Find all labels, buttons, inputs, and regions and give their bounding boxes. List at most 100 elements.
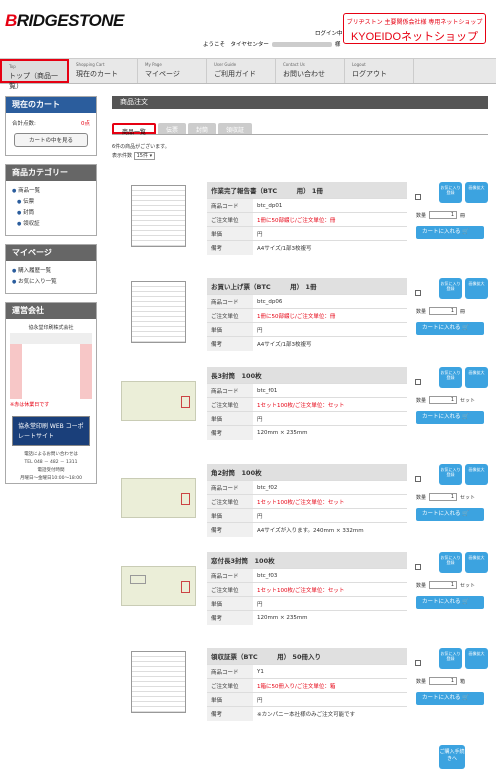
cart-box-title: 現在のカート <box>6 97 96 113</box>
product-code: btc_f03 <box>253 568 407 583</box>
tab-slips[interactable]: 伝票 <box>158 123 187 134</box>
unit-price: 円 <box>253 411 407 426</box>
qty-input[interactable]: 1 <box>429 677 458 685</box>
add-to-cart-button[interactable]: カートに入れる 🛒 <box>416 411 484 424</box>
zoom-image-button[interactable]: 画像拡大 <box>465 182 488 203</box>
product-image[interactable] <box>120 566 196 606</box>
zoom-image-button[interactable]: 画像拡大 <box>465 367 488 388</box>
tab-receipts[interactable]: 領収証 <box>218 123 253 134</box>
order-unit: 1セット100枚/ご注文単位：セット <box>257 402 345 409</box>
product-detail-table: 作業完了報告書（BTC 用） 1冊 商品コード btc_dp01 ご注文単位 1冊に50… <box>207 182 407 255</box>
add-to-cart-button[interactable]: カートに入れる 🛒 <box>416 508 484 521</box>
product-image[interactable] <box>130 651 186 713</box>
zoom-image-button[interactable]: 画像拡大 <box>465 648 488 669</box>
bridgestone-logo[interactable]: BRIDGESTONE <box>5 11 124 31</box>
product-name[interactable]: 作業完了報告書（BTC 用） 1冊 <box>207 182 407 199</box>
nav-contact[interactable]: Contact Us お問い合わせ <box>276 59 345 83</box>
purchase-history-link[interactable]: ● 購入履歴一覧 <box>12 266 90 277</box>
add-to-cart-button[interactable]: カートに入れる 🛒 <box>416 226 484 239</box>
select-checkbox[interactable] <box>415 290 421 296</box>
favorite-button[interactable]: お気に入り登録 <box>439 182 462 203</box>
cart-icon: 🛒 <box>462 695 470 701</box>
product-name[interactable]: 角2封筒 100枚 <box>207 464 407 481</box>
result-count: 6件の商品がございます。 <box>112 144 170 150</box>
add-to-cart-button[interactable]: カートに入れる 🛒 <box>416 692 484 705</box>
qty-input[interactable]: 1 <box>429 211 458 219</box>
product-actions: お気に入り登録 画像拡大 数量 1 セット カートに入れる 🛒 <box>415 552 488 609</box>
tab-envelopes[interactable]: 封筒 <box>188 123 217 134</box>
main-content: 商品注文 商品一覧 伝票 封筒 領収証 6件の商品がございます。 表示件数 15… <box>112 96 488 721</box>
order-unit: 1セット100枚/ご注文単位：セット <box>257 587 345 594</box>
product-image[interactable] <box>130 185 186 247</box>
corporate-site-banner[interactable]: 協永堂印刷 WEB コーポレートサイト <box>12 416 90 446</box>
product-image[interactable] <box>120 478 196 518</box>
favorite-button[interactable]: お気に入り登録 <box>439 552 462 573</box>
checkout-button[interactable]: ご購入手続きへ <box>439 745 465 769</box>
calendar: 協永堂印刷株式会社 ※赤は休業日です <box>6 319 96 411</box>
qty-label: 数量 <box>416 212 427 219</box>
product-image[interactable] <box>130 281 186 343</box>
select-checkbox[interactable] <box>415 379 421 385</box>
product-code: btc_f01 <box>253 383 407 398</box>
favorite-button[interactable]: お気に入り登録 <box>439 648 462 669</box>
select-checkbox[interactable] <box>415 660 421 666</box>
cart-count: 0点 <box>81 121 90 127</box>
code-label: 商品コード <box>207 383 253 398</box>
zoom-image-button[interactable]: 画像拡大 <box>465 552 488 573</box>
code-label: 商品コード <box>207 568 253 583</box>
zoom-image-button[interactable]: 画像拡大 <box>465 464 488 485</box>
nav-logout[interactable]: Logout ログアウト <box>345 59 414 83</box>
nav-cart[interactable]: Shopping Cart 現在のカート <box>69 59 138 83</box>
zoom-image-button[interactable]: 画像拡大 <box>465 278 488 299</box>
tab-all[interactable]: 商品一覧 <box>112 123 157 136</box>
qty-input[interactable]: 1 <box>429 396 458 404</box>
product-name[interactable]: 長3封筒 100枚 <box>207 367 407 384</box>
favorite-button[interactable]: お気に入り登録 <box>439 367 462 388</box>
shop-subtitle: ブリヂストン 主要関係会社様 専用ネットショップ <box>346 19 483 26</box>
product-card: 長3封筒 100枚 商品コード btc_f01 ご注文単位 1セット100枚/ご注文単位… <box>112 367 488 453</box>
product-code: Y1 <box>253 664 407 679</box>
select-checkbox[interactable] <box>415 476 421 482</box>
favorite-button[interactable]: お気に入り登録 <box>439 278 462 299</box>
result-info: 6件の商品がございます。 表示件数 15件 ▾ <box>112 143 488 161</box>
favorite-button[interactable]: お気に入り登録 <box>439 464 462 485</box>
add-to-cart-button[interactable]: カートに入れる 🛒 <box>416 596 484 609</box>
unit-price: 円 <box>253 322 407 337</box>
nav-mypage[interactable]: My Page マイページ <box>138 59 207 83</box>
qty-input[interactable]: 1 <box>429 581 458 589</box>
bullet-icon: ● <box>17 221 22 227</box>
bullet-icon: ● <box>17 199 22 205</box>
order-unit: 1セット100枚/ご注文単位：セット <box>257 499 345 506</box>
product-code: btc_dp01 <box>253 198 407 213</box>
price-label: 単価 <box>207 692 253 707</box>
category-link-slips[interactable]: ● 伝票 <box>12 197 90 208</box>
category-link-envelopes[interactable]: ● 封筒 <box>12 208 90 219</box>
qty-unit: 冊 <box>460 212 466 219</box>
page-title: 商品注文 <box>112 96 488 109</box>
product-name[interactable]: お買い上げ票（BTC 用） 1冊 <box>207 278 407 295</box>
qty-input[interactable]: 1 <box>429 307 458 315</box>
product-name[interactable]: 領収証票（BTC 用） 50冊入り <box>207 648 407 665</box>
qty-label: 数量 <box>416 582 427 589</box>
note-label: 備考 <box>207 240 253 255</box>
product-code: btc_f02 <box>253 480 407 495</box>
nav-top[interactable]: Top トップ（商品一覧） <box>0 59 69 90</box>
product-image[interactable] <box>120 381 196 421</box>
category-link-receipts[interactable]: ● 領収証 <box>12 219 90 230</box>
category-link-all[interactable]: ● 商品一覧 <box>12 186 90 197</box>
cart-count-label: 合計点数: <box>12 121 36 127</box>
view-cart-button[interactable]: カートの中を見る <box>14 133 88 147</box>
code-label: 商品コード <box>207 198 253 213</box>
unit-price: 円 <box>253 596 407 611</box>
select-checkbox[interactable] <box>415 564 421 570</box>
nav-guide[interactable]: User Guide ご利用ガイド <box>207 59 276 83</box>
favorites-link[interactable]: ● お気に入り一覧 <box>12 277 90 288</box>
order-unit: 1箱に50冊入り/ご注文単位：箱 <box>257 683 336 690</box>
qty-input[interactable]: 1 <box>429 493 458 501</box>
select-checkbox[interactable] <box>415 194 421 200</box>
display-count-select[interactable]: 15件 ▾ <box>133 152 156 160</box>
product-name[interactable]: 窓付長3封筒 100枚 <box>207 552 407 569</box>
add-to-cart-button[interactable]: カートに入れる 🛒 <box>416 322 484 335</box>
shop-brand[interactable]: ブリヂストン 主要関係会社様 専用ネットショップ KYOEIDOネットショップ <box>343 13 486 44</box>
cart-icon: 🛒 <box>462 325 470 331</box>
